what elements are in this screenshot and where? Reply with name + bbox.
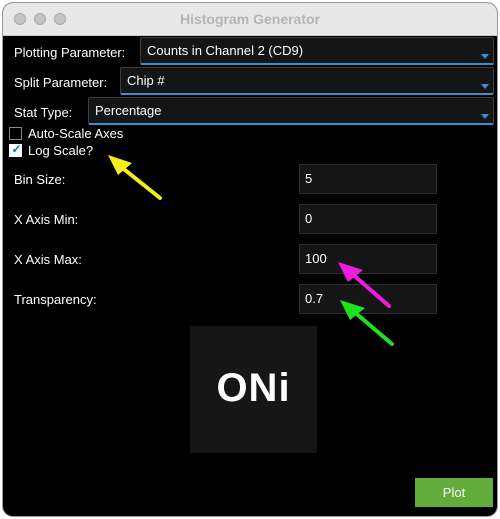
chevron-down-icon [481, 84, 489, 89]
x-axis-max-input[interactable]: 100 [299, 244, 437, 274]
plotting-parameter-value: Counts in Channel 2 (CD9) [147, 43, 304, 58]
bin-size-input[interactable]: 5 [299, 164, 437, 194]
chevron-down-icon [481, 114, 489, 119]
dropdown-underline [89, 123, 493, 125]
x-axis-max-label: X Axis Max: [14, 252, 82, 267]
auto-scale-label: Auto-Scale Axes [28, 126, 124, 141]
dropdown-underline [141, 63, 493, 65]
x-axis-min-input[interactable]: 0 [299, 204, 437, 234]
oni-logo: ONi [190, 326, 317, 453]
histogram-generator-window: Histogram Generator Plotting Parameter: … [3, 3, 497, 516]
bin-size-label: Bin Size: [14, 172, 66, 187]
plotting-parameter-label: Plotting Parameter: [14, 45, 126, 60]
stat-type-label: Stat Type: [14, 105, 73, 120]
plotting-parameter-dropdown[interactable]: Counts in Channel 2 (CD9) [140, 37, 494, 65]
window-title: Histogram Generator [179, 11, 321, 27]
x-axis-min-label: X Axis Min: [14, 212, 79, 227]
stat-type-value: Percentage [95, 103, 162, 118]
transparency-input[interactable]: 0.7 [299, 284, 437, 314]
stat-type-dropdown[interactable]: Percentage [88, 97, 494, 125]
log-scale-label: Log Scale? [28, 143, 94, 158]
dropdown-underline [121, 93, 493, 95]
plot-button[interactable]: Plot [415, 478, 493, 507]
split-parameter-value: Chip # [127, 73, 165, 88]
log-scale-checkbox[interactable]: ✓ [9, 142, 22, 157]
auto-scale-checkbox[interactable] [9, 127, 22, 140]
logo-text: ONi [216, 366, 291, 410]
checkmark-icon: ✓ [11, 142, 22, 156]
split-parameter-label: Split Parameter: [14, 75, 108, 90]
chevron-down-icon [481, 54, 489, 59]
transparency-label: Transparency: [14, 292, 97, 307]
split-parameter-dropdown[interactable]: Chip # [120, 67, 494, 95]
title-bar: Histogram Generator [3, 3, 497, 36]
